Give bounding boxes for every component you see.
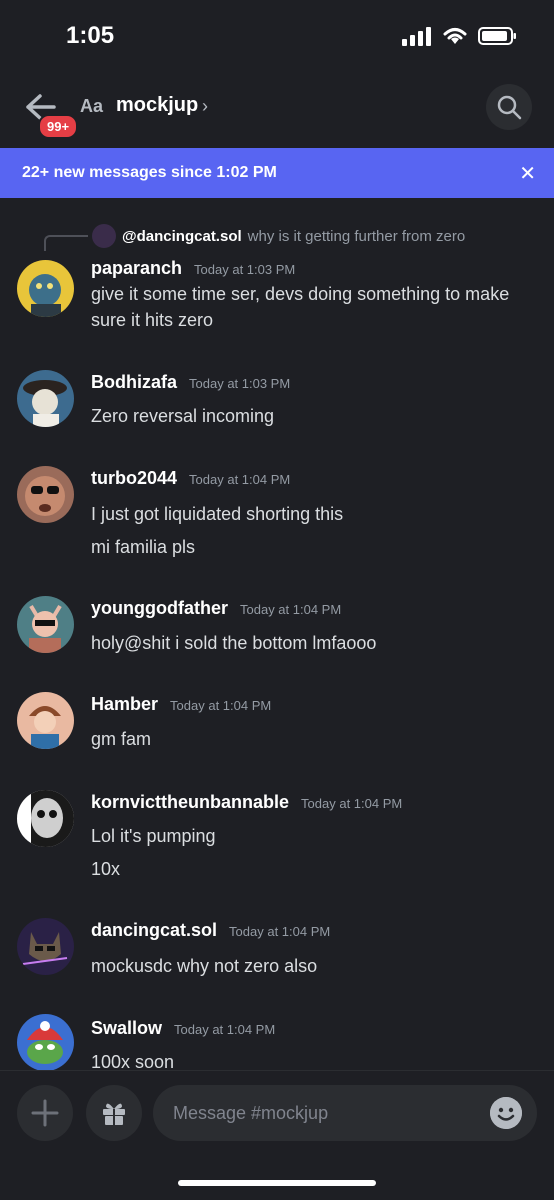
battery-icon: [478, 27, 516, 45]
add-attachment-button[interactable]: [17, 1085, 73, 1141]
message-timestamp: Today at 1:03 PM: [189, 376, 291, 391]
message-timestamp: Today at 1:04 PM: [301, 796, 403, 811]
emoji-button[interactable]: [490, 1097, 522, 1129]
message-author[interactable]: turbo2044 Today at 1:04 PM: [91, 468, 290, 489]
author-name: Bodhizafa: [91, 372, 178, 392]
author-name: paparanch: [91, 258, 183, 278]
avatar[interactable]: [17, 596, 74, 653]
close-icon[interactable]: ✕: [519, 161, 536, 186]
reply-author: @dancingcat.sol: [122, 227, 242, 245]
avatar-image: [29, 604, 62, 653]
message-timestamp: Today at 1:04 PM: [229, 924, 331, 939]
message-timestamp: Today at 1:04 PM: [174, 1022, 276, 1037]
home-indicator[interactable]: [178, 1180, 376, 1186]
status-time: 1:05: [66, 22, 115, 49]
avatar[interactable]: [17, 918, 74, 975]
message-author[interactable]: Swallow Today at 1:04 PM: [91, 1018, 275, 1039]
avatar[interactable]: [17, 260, 74, 317]
message-text: mockusdc why not zero also: [91, 956, 318, 976]
message-author[interactable]: Hamber Today at 1:04 PM: [91, 694, 271, 715]
message-input[interactable]: [153, 1085, 537, 1141]
message-text: sure it hits zero: [91, 310, 214, 330]
avatar-image: [23, 380, 67, 427]
author-name: Hamber: [91, 694, 159, 714]
search-icon: [497, 95, 522, 120]
message-timestamp: Today at 1:04 PM: [189, 472, 291, 487]
message-text: 10x: [91, 859, 121, 879]
avatar[interactable]: [17, 1014, 74, 1071]
avatar-image: [25, 476, 65, 516]
author-name: turbo2044: [91, 468, 178, 488]
new-messages-text: 22+ new messages since 1:02 PM: [22, 164, 277, 181]
emoji-icon: [490, 1097, 522, 1129]
reply-avatar: [92, 224, 116, 248]
avatar[interactable]: [17, 692, 74, 749]
avatar-image: [22, 932, 68, 965]
message-author[interactable]: younggodfather Today at 1:04 PM: [91, 598, 341, 619]
reply-text: why is it getting further from zero: [247, 227, 466, 245]
message-author[interactable]: dancingcat.sol Today at 1:04 PM: [91, 920, 330, 941]
message-text: I just got liquidated shorting this: [91, 504, 344, 524]
avatar-image: [29, 706, 61, 749]
avatar[interactable]: [17, 466, 74, 523]
message-timestamp: Today at 1:04 PM: [240, 602, 342, 617]
message-text: gm fam: [91, 729, 152, 749]
message-author[interactable]: kornvicttheunbannable Today at 1:04 PM: [91, 792, 402, 813]
cellular-signal-icon: [402, 27, 431, 46]
avatar[interactable]: [17, 790, 74, 847]
message-text: holy@shit i sold the bottom lmfaooo: [91, 633, 377, 653]
avatar-image: [27, 1021, 63, 1064]
author-name: kornvicttheunbannable: [91, 792, 290, 812]
message-text: Lol it's pumping: [91, 826, 216, 846]
message-author[interactable]: paparanch Today at 1:03 PM: [91, 258, 295, 279]
gift-button[interactable]: [86, 1085, 142, 1141]
avatar[interactable]: [17, 370, 74, 427]
font-size-label: Aa: [80, 96, 104, 116]
message-text: give it some time ser, devs doing someth…: [91, 284, 510, 304]
reply-reference[interactable]: @dancingcat.sol why is it getting furthe…: [92, 224, 465, 248]
wifi-icon: [443, 28, 467, 44]
message-text: Zero reversal incoming: [91, 406, 275, 426]
author-name: dancingcat.sol: [91, 920, 218, 940]
author-name: younggodfather: [91, 598, 228, 618]
message-timestamp: Today at 1:03 PM: [194, 262, 296, 277]
message-text: mi familia pls: [91, 537, 196, 557]
new-messages-banner[interactable]: 22+ new messages since 1:02 PM ✕: [0, 148, 554, 198]
message-author[interactable]: Bodhizafa Today at 1:03 PM: [91, 372, 290, 393]
status-icons: [402, 26, 518, 46]
status-bar: 1:05: [0, 0, 554, 76]
gift-icon: [103, 1103, 125, 1125]
plus-icon: [31, 1099, 59, 1127]
unread-badge: 99+: [38, 114, 79, 139]
author-name: Swallow: [91, 1018, 163, 1038]
reply-connector: [44, 235, 88, 251]
channel-header: 99+ Aa mockjup ›: [0, 76, 554, 148]
chevron-right-icon[interactable]: ›: [202, 96, 208, 117]
channel-title[interactable]: mockjup: [116, 94, 198, 117]
avatar-image: [17, 790, 74, 847]
avatar-image: [29, 274, 61, 317]
message-timestamp: Today at 1:04 PM: [170, 698, 272, 713]
search-button[interactable]: [486, 84, 532, 130]
